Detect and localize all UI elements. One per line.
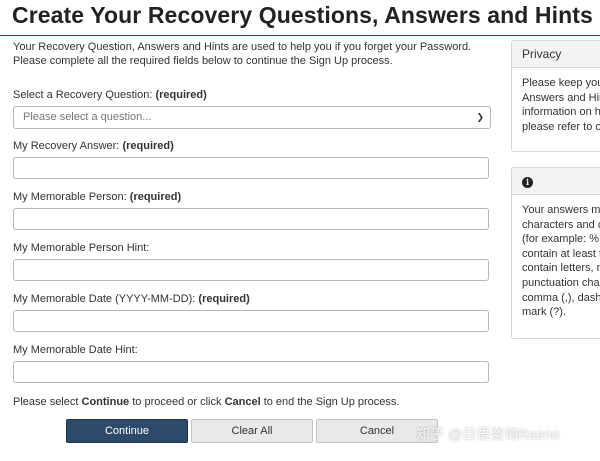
date-hint-label: My Memorable Date Hint: — [13, 344, 138, 356]
footer-middle: to proceed or click — [132, 396, 222, 408]
clear-all-button[interactable]: Clear All — [191, 419, 313, 443]
memorable-date-input[interactable] — [13, 310, 489, 332]
person-hint-label-text: My Memorable Person Hint: — [13, 242, 150, 254]
answer-label: My Recovery Answer: (required) — [13, 140, 174, 152]
privacy-line: please refer to ou — [522, 120, 600, 133]
question-label: Select a Recovery Question: (required) — [13, 89, 207, 101]
info-line: Your answers mu — [522, 204, 600, 216]
privacy-line: information on ho — [522, 106, 600, 119]
info-line: mark (?). — [522, 306, 566, 319]
continue-button[interactable]: Continue — [66, 419, 188, 443]
privacy-line: Please keep your — [522, 77, 600, 89]
person-label: My Memorable Person: (required) — [13, 191, 181, 203]
info-panel-body: Your answers mu characters and co (for e… — [512, 195, 600, 320]
info-panel-header: i — [512, 168, 600, 195]
required-tag: (required) — [198, 293, 250, 305]
info-panel: i Your answers mu characters and co (for… — [511, 167, 600, 339]
answer-label-text: My Recovery Answer: — [13, 140, 120, 152]
info-line: characters and co — [522, 218, 600, 231]
person-label-text: My Memorable Person: — [13, 191, 127, 203]
footer-suffix: to end the Sign Up process. — [263, 396, 400, 408]
privacy-panel: Privacy Please keep your Answers and Hin… — [511, 40, 600, 152]
question-label-text: Select a Recovery Question: — [13, 89, 153, 101]
required-tag: (required) — [155, 89, 207, 101]
date-hint-label-text: My Memorable Date Hint: — [13, 344, 138, 356]
page-title: Create Your Recovery Questions, Answers … — [12, 2, 593, 28]
privacy-panel-header: Privacy — [512, 41, 600, 68]
required-tag: (required) — [122, 140, 174, 152]
info-line: punctuation chara — [522, 276, 600, 289]
footer-instructions: Please select Continue to proceed or cli… — [13, 396, 399, 408]
watermark: 知乎 @日语咨询Raeno — [416, 426, 560, 442]
privacy-panel-body: Please keep your Answers and Hint inform… — [512, 68, 600, 134]
memorable-person-hint-input[interactable] — [13, 259, 489, 281]
person-hint-label: My Memorable Person Hint: — [13, 242, 149, 254]
info-line: (for example: %, # — [522, 233, 600, 246]
footer-cancel-word: Cancel — [224, 396, 261, 408]
info-line: comma (,), dash ( — [522, 291, 600, 304]
recovery-answer-input[interactable] — [13, 157, 489, 179]
footer-prefix: Please select — [13, 396, 79, 408]
title-divider — [0, 35, 600, 36]
info-line: contain at least th — [522, 247, 600, 260]
required-tag: (required) — [129, 191, 182, 203]
chevron-down-icon: ❯ — [476, 112, 484, 122]
intro-text: Your Recovery Question, Answers and Hint… — [13, 41, 472, 67]
footer-continue-word: Continue — [81, 396, 130, 408]
info-icon: i — [522, 177, 533, 188]
memorable-person-input[interactable] — [13, 208, 489, 230]
privacy-line: Answers and Hint — [522, 91, 600, 104]
recovery-question-select[interactable]: Please select a question... ❯ — [13, 106, 491, 129]
date-label-text: My Memorable Date (YYYY-MM-DD): — [13, 293, 196, 305]
select-placeholder: Please select a question... — [23, 111, 152, 123]
date-label: My Memorable Date (YYYY-MM-DD): (require… — [13, 293, 250, 305]
memorable-date-hint-input[interactable] — [13, 361, 489, 383]
info-line: contain letters, nu — [522, 262, 600, 275]
